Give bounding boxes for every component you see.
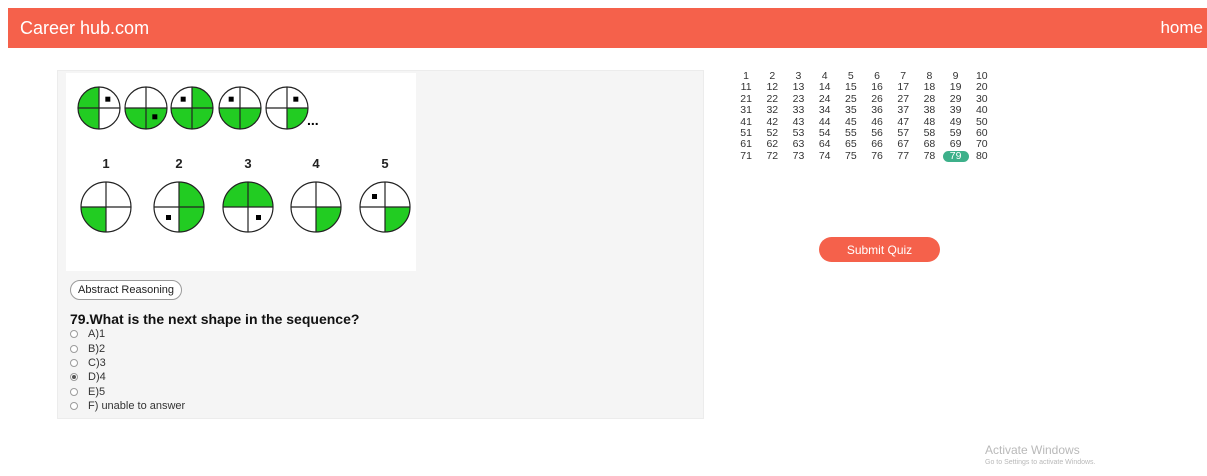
question-link[interactable]: 38: [916, 104, 942, 116]
answer-option[interactable]: C)3: [70, 356, 185, 370]
watermark-title: Activate Windows: [985, 443, 1080, 457]
site-brand[interactable]: Career hub.com: [20, 18, 149, 39]
sequence-shape: [170, 86, 214, 130]
question-link[interactable]: 72: [759, 150, 785, 162]
answer-shape: [290, 181, 342, 233]
question-link[interactable]: 76: [864, 150, 890, 162]
answer-option[interactable]: D)4: [70, 370, 185, 384]
question-link[interactable]: 39: [943, 104, 969, 116]
question-link[interactable]: 40: [969, 104, 995, 116]
watermark-subtitle: Go to Settings to activate Windows.: [985, 459, 1096, 466]
question-link[interactable]: 77: [890, 150, 916, 162]
sequence-ellipsis: ...: [307, 112, 319, 128]
question-link-current[interactable]: 79: [942, 150, 969, 163]
radio-button[interactable]: [70, 387, 78, 396]
radio-button[interactable]: [70, 358, 78, 367]
option-label: E)5: [88, 385, 106, 398]
question-link[interactable]: 78: [916, 150, 942, 162]
question-link[interactable]: 33: [785, 104, 811, 116]
question-link[interactable]: 75: [838, 150, 864, 162]
category-badge[interactable]: Abstract Reasoning: [70, 280, 182, 300]
sequence-shape: [124, 86, 168, 130]
question-text: 79.What is the next shape in the sequenc…: [70, 311, 360, 327]
sequence-figure-image: ... 1 2 3 4 5: [77, 86, 411, 233]
activate-windows-watermark: Activate Windows Go to Settings to activ…: [985, 443, 1096, 466]
question-card: ... 1 2 3 4 5 Abstract Reasoning 79.What is t…: [57, 70, 704, 419]
answer-option[interactable]: E)5: [70, 385, 185, 399]
answer-shape: [153, 181, 205, 233]
answer-option[interactable]: F) unable to answer: [70, 399, 185, 413]
answer-shape: [222, 181, 274, 233]
option-label: B)2: [88, 342, 106, 355]
question-link[interactable]: 74: [812, 150, 838, 162]
question-link[interactable]: 80: [969, 150, 995, 162]
sequence-shape: [265, 86, 309, 130]
question-link[interactable]: 34: [812, 104, 838, 116]
top-navbar: Career hub.com home: [8, 8, 1207, 48]
answer-shape: [359, 181, 411, 233]
answer-shape: [80, 181, 132, 233]
question-link[interactable]: 35: [838, 104, 864, 116]
submit-quiz-button[interactable]: Submit Quiz: [819, 237, 940, 262]
question-link[interactable]: 71: [733, 150, 759, 162]
question-link[interactable]: 37: [890, 104, 916, 116]
answer-choice-number: 2: [175, 156, 182, 171]
answer-options: A)1 B)2 C)3 D)4 E)5 F) unable to answer: [70, 327, 185, 413]
answer-choice-number: 1: [102, 156, 109, 171]
question-link[interactable]: 73: [785, 150, 811, 162]
radio-button[interactable]: [70, 344, 78, 353]
option-label: C)3: [88, 356, 106, 369]
sequence-shape: [218, 86, 262, 130]
home-link[interactable]: home: [1160, 18, 1203, 38]
option-label: D)4: [88, 371, 106, 384]
question-link[interactable]: 31: [733, 104, 759, 116]
question-link[interactable]: 32: [759, 104, 785, 116]
answer-choice-number: 4: [312, 156, 320, 171]
answer-option[interactable]: B)2: [70, 341, 185, 355]
option-label: A)1: [88, 328, 106, 341]
answer-option[interactable]: A)1: [70, 327, 185, 341]
option-label: F) unable to answer: [88, 400, 186, 413]
radio-button[interactable]: [70, 402, 78, 411]
radio-button[interactable]: [70, 373, 78, 382]
radio-button[interactable]: [70, 330, 78, 339]
question-figure: ... 1 2 3 4 5: [66, 73, 416, 271]
answer-choice-number: 3: [244, 156, 251, 171]
question-link[interactable]: 36: [864, 104, 890, 116]
sequence-shape: [77, 86, 121, 130]
question-number-grid: 1 2 3 4 5 6 7 8 9 10 11 12 13 14 15 16 17 18 19 20 21 22 23 24 2…: [733, 70, 995, 163]
answer-choice-number: 5: [381, 156, 388, 171]
